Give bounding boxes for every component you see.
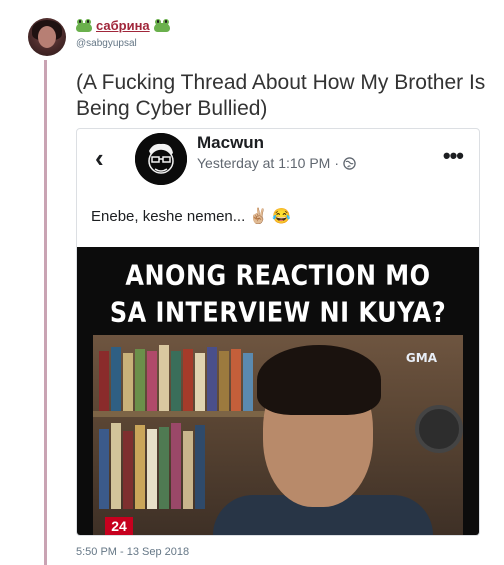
frog-icon (153, 19, 170, 32)
post-author-avatar[interactable] (135, 133, 187, 185)
channel-badge: 24 (105, 517, 133, 535)
media-caption-line-1: ANONG REACTION MO (125, 259, 431, 292)
chevron-left-icon[interactable]: ‹ (95, 143, 104, 174)
avatar[interactable] (28, 18, 66, 56)
post-text: Enebe, keshe nemen... (91, 207, 246, 225)
more-options-icon[interactable]: ••• (443, 143, 464, 169)
user-handle[interactable]: @sabgyupsal (76, 38, 137, 49)
frog-icon (76, 19, 92, 32)
network-logo: GMA (405, 351, 437, 365)
tweet-timestamp[interactable]: 5:50 PM - 13 Sep 2018 (76, 546, 189, 558)
embedded-post-card[interactable]: ‹ Macwun Yesterday at 1:10 PM · ••• Eneb… (76, 128, 480, 536)
post-media-image[interactable]: ANONG REACTION MO SA INTERVIEW NI KUYA? (77, 247, 479, 535)
video-still: GMA 24 (93, 335, 463, 535)
post-text-row: Enebe, keshe nemen... ✌🏼 😂 (91, 207, 291, 226)
media-caption: ANONG REACTION MO SA INTERVIEW NI KUYA? (77, 257, 479, 331)
electric-fan (415, 405, 463, 453)
media-caption-line-2: SA INTERVIEW NI KUYA? (109, 296, 447, 329)
globe-icon (343, 156, 356, 170)
display-name[interactable]: сабрина (96, 18, 150, 33)
tears-of-joy-emoji: 😂 (271, 208, 291, 225)
post-author-name[interactable]: Macwun (197, 133, 264, 153)
victory-hand-emoji: ✌🏼 (249, 208, 268, 225)
user-name-row[interactable]: сабрина (76, 18, 170, 33)
person-hair (257, 345, 381, 415)
avatar-face (38, 26, 56, 48)
post-time[interactable]: Yesterday at 1:10 PM (197, 155, 330, 171)
tweet-text: (A Fucking Thread About How My Brother I… (76, 71, 486, 120)
post-meta: Yesterday at 1:10 PM · (197, 155, 356, 171)
meta-separator: · (334, 155, 340, 171)
thread-connector-line (44, 60, 47, 565)
post-header: ‹ Macwun Yesterday at 1:10 PM · ••• (77, 129, 479, 189)
